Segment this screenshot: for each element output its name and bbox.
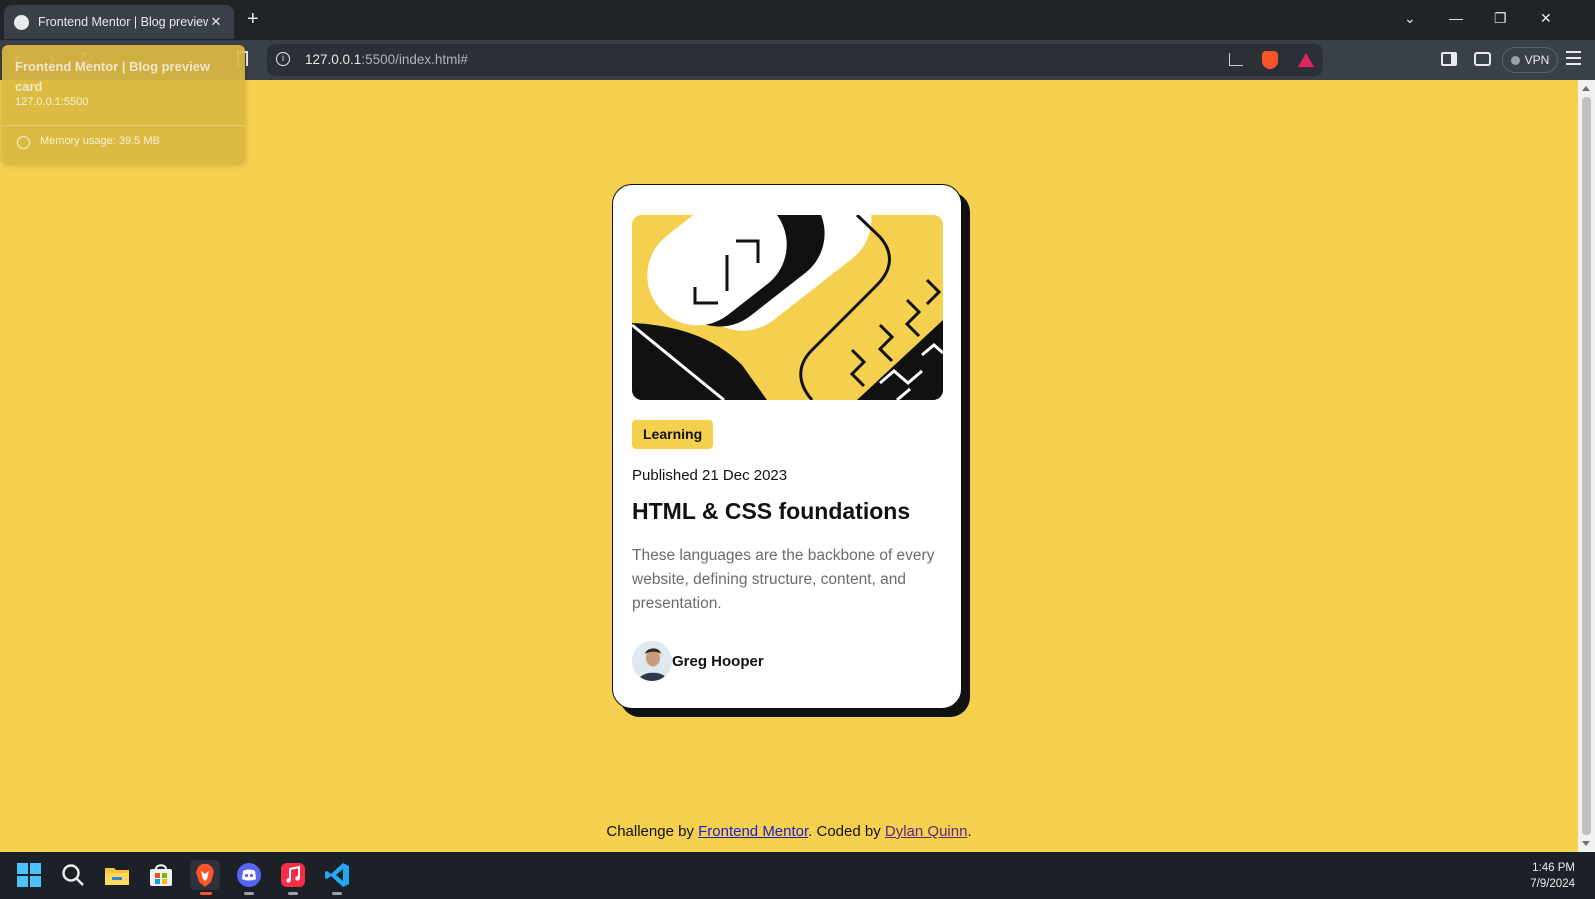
tab-hover-card: Frontend Mentor | Blog preview card 127.… (2, 45, 245, 163)
scroll-up-arrow-icon[interactable] (1582, 86, 1590, 91)
share-icon[interactable] (1229, 53, 1243, 66)
hover-card-url: 127.0.0.1:5500 (15, 96, 89, 108)
menu-icon[interactable] (1566, 51, 1581, 67)
memory-gauge-icon (17, 136, 30, 149)
author-link[interactable]: Dylan Quinn (885, 823, 968, 840)
apple-music-icon[interactable] (278, 860, 308, 890)
running-app-indicator (332, 892, 342, 895)
browser-titlebar: Frontend Mentor | Blog preview ✕ + ⌄ — ❐… (0, 0, 1595, 40)
vscode-icon[interactable] (322, 860, 352, 890)
card-description: These languages are the backbone of ever… (632, 547, 935, 612)
url-text[interactable]: 127.0.0.1:5500/index.html# (305, 52, 468, 67)
info-icon[interactable]: i (276, 52, 290, 66)
running-app-indicator (244, 892, 254, 895)
new-tab-button[interactable]: + (247, 9, 259, 29)
close-window-button[interactable]: ✕ (1540, 10, 1552, 27)
brave-shields-icon[interactable] (1262, 51, 1278, 69)
tab-search-icon[interactable]: ⌄ (1404, 10, 1416, 27)
file-explorer-icon[interactable] (102, 860, 132, 890)
tab-favicon-icon (14, 14, 29, 30)
brave-browser-icon[interactable] (190, 860, 220, 890)
windows-start-icon[interactable] (14, 860, 44, 890)
vpn-label: VPN (1524, 53, 1550, 67)
browser-tab[interactable]: Frontend Mentor | Blog preview ✕ (4, 5, 234, 39)
hover-card-memory: Memory usage: 39.5 MB (40, 135, 160, 147)
attribution: Challenge by Frontend Mentor. Coded by D… (0, 823, 1578, 840)
search-icon[interactable] (58, 860, 88, 890)
card-illustration (632, 215, 943, 400)
frontend-mentor-link[interactable]: Frontend Mentor (698, 823, 808, 840)
microsoft-store-icon[interactable] (146, 860, 176, 890)
restore-button[interactable]: ❐ (1494, 10, 1507, 27)
tab-close-icon[interactable]: ✕ (208, 14, 224, 30)
scroll-thumb[interactable] (1582, 97, 1591, 835)
card-title[interactable]: HTML & CSS foundations (632, 498, 910, 525)
active-app-indicator (200, 892, 212, 895)
attribution-prefix: Challenge by (606, 823, 699, 840)
vpn-status-icon (1510, 55, 1520, 65)
address-bar[interactable]: i 127.0.0.1:5500/index.html# (267, 44, 1323, 76)
clock-time: 1:46 PM (1532, 862, 1575, 874)
hover-card-title: Frontend Mentor | Blog preview card (15, 59, 211, 94)
category-tag: Learning (632, 420, 714, 449)
running-app-indicator (288, 892, 298, 895)
sidebar-icon[interactable] (1441, 52, 1457, 66)
brave-rewards-icon[interactable] (1298, 53, 1314, 67)
system-clock[interactable]: 1:46 PM 7/9/2024 (1530, 860, 1575, 892)
tab-title: Frontend Mentor | Blog preview (38, 15, 208, 29)
wallet-icon[interactable] (1474, 52, 1491, 66)
author: Greg Hooper (632, 641, 764, 681)
publish-date: Published 21 Dec 2023 (632, 467, 788, 484)
hover-card-divider (2, 125, 245, 126)
attribution-suffix: . (967, 823, 972, 840)
page-scrollbar[interactable] (1578, 80, 1595, 852)
discord-icon[interactable] (234, 860, 264, 890)
minimize-button[interactable]: — (1449, 10, 1463, 26)
avatar (632, 641, 672, 681)
scroll-down-arrow-icon[interactable] (1582, 841, 1590, 846)
taskbar: 1:46 PM 7/9/2024 (0, 852, 1595, 899)
clock-date: 7/9/2024 (1530, 878, 1575, 890)
vpn-button[interactable]: VPN (1502, 47, 1558, 73)
attribution-middle: . Coded by (808, 823, 885, 840)
author-name: Greg Hooper (672, 652, 764, 670)
illustration-artwork (632, 215, 943, 400)
blog-preview-card: Learning Published 21 Dec 2023 HTML & CS… (612, 184, 962, 709)
